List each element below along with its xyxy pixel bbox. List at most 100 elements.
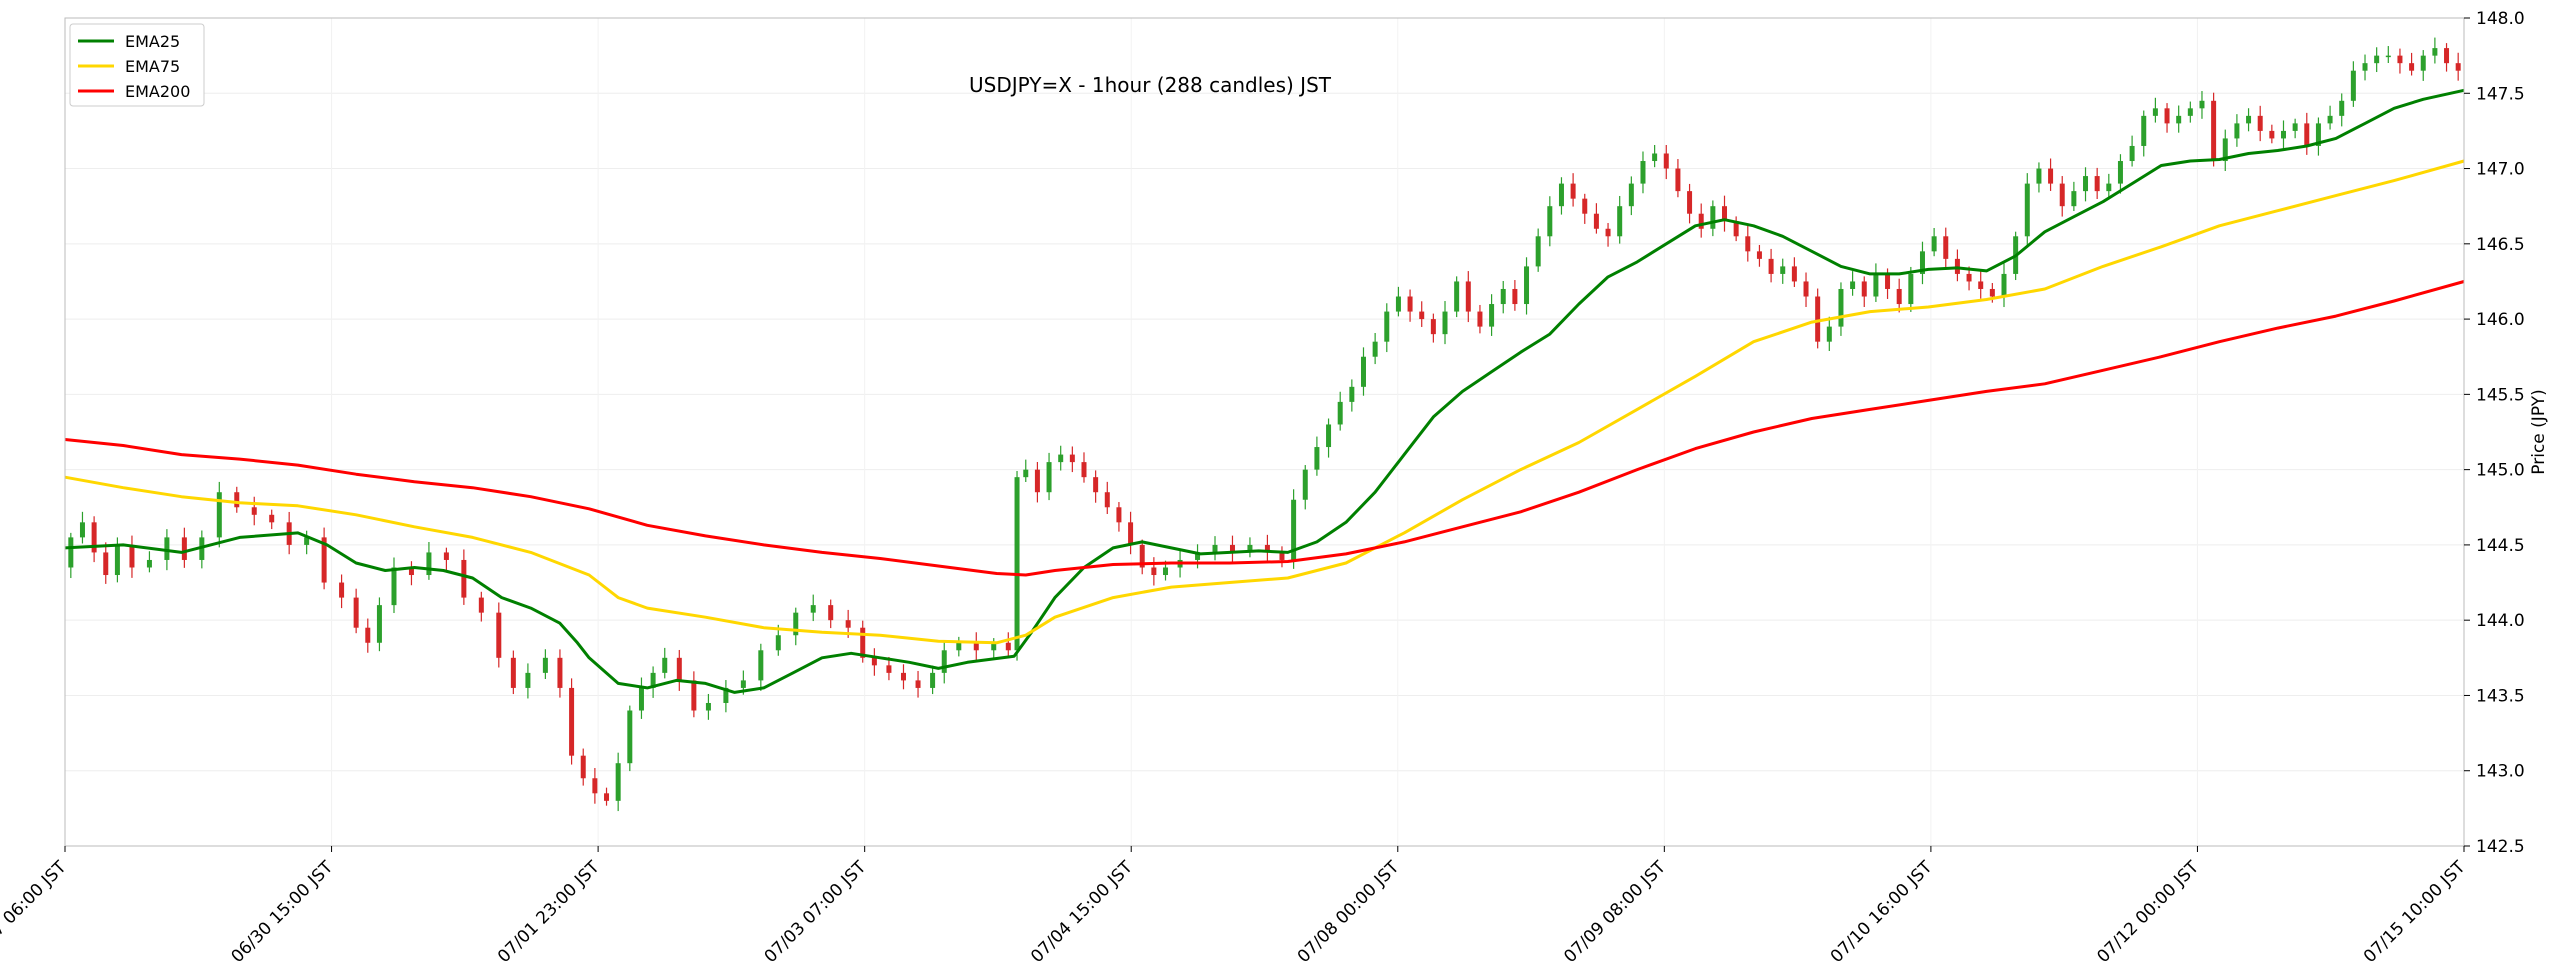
candle-body	[542, 657, 548, 673]
y-tick-label: 144.0	[2476, 611, 2525, 631]
candle-body	[900, 672, 906, 681]
candle-body	[1093, 477, 1099, 493]
y-tick-label: 147.0	[2476, 160, 2525, 180]
candle-body	[2374, 55, 2380, 64]
chart-title: USDJPY=X - 1hour (288 candles) JST	[969, 73, 1332, 97]
candle-body	[478, 597, 484, 613]
candle-body	[886, 665, 892, 673]
chart-svg: 142.5 143.0 143.5 144.0 144.5 145.0 145.5 146.0…	[0, 9, 2549, 967]
candle-body	[2385, 55, 2391, 58]
legend-label: EMA200	[125, 82, 190, 101]
candle-body	[1547, 206, 1553, 237]
candle-body	[1628, 183, 1634, 207]
candle-body	[1908, 273, 1914, 305]
candle-body	[1943, 236, 1949, 259]
candle-body	[1617, 206, 1623, 237]
candle-body	[1885, 273, 1891, 289]
y-tick-label: 146.0	[2476, 310, 2525, 330]
candle-body	[1838, 288, 1844, 327]
candle-body	[973, 642, 979, 651]
candle-body	[1512, 288, 1518, 305]
y-tick-label: 143.0	[2476, 762, 2525, 782]
candle-body	[2164, 108, 2170, 124]
candle-body	[1687, 191, 1693, 214]
candle-body	[2420, 55, 2426, 71]
candle-body	[510, 657, 516, 688]
candle-body	[2327, 115, 2333, 124]
candle-body	[2024, 183, 2030, 237]
candle-body	[1163, 567, 1169, 576]
candle-body	[2117, 161, 2123, 184]
candle-body	[915, 680, 921, 688]
y-tick-label: 145.0	[2476, 461, 2525, 481]
candle-body	[1780, 266, 1786, 274]
candle-body	[615, 763, 621, 801]
candle-body	[1395, 296, 1401, 312]
candle-body	[1535, 236, 1541, 267]
candle-body	[638, 687, 644, 711]
candle-body	[2141, 115, 2147, 146]
x-tick-label: 07/03 07:00 JST	[761, 857, 871, 967]
candle-body	[1454, 281, 1460, 312]
candle-body	[339, 582, 345, 598]
candle-body	[2059, 183, 2065, 207]
candle-body	[2432, 48, 2438, 56]
candle-body	[1675, 168, 1681, 192]
candle-body	[1978, 281, 1984, 289]
candle-body	[2280, 130, 2286, 139]
candle-body	[1558, 183, 1564, 207]
candle-body	[2257, 115, 2263, 131]
x-tick-label: 06/30 15:00 JST	[228, 857, 338, 967]
candle-body	[129, 544, 135, 568]
candle-body	[956, 642, 962, 651]
x-tick-label: 07/10 16:00 JST	[1827, 857, 1937, 967]
candle-body	[2444, 48, 2450, 64]
candle-body	[1698, 213, 1704, 229]
candle-body	[1710, 206, 1716, 229]
candle-body	[2350, 70, 2356, 101]
candle-body	[569, 687, 575, 756]
candle-body	[1407, 296, 1413, 312]
candle-body	[2152, 108, 2158, 116]
candle-body	[1524, 266, 1530, 305]
candle-body	[941, 650, 947, 673]
candle-body	[1081, 462, 1087, 478]
candle-body	[1815, 296, 1821, 342]
candle-body	[2362, 63, 2368, 71]
candle-body	[1954, 258, 1960, 274]
candle-body	[2036, 168, 2042, 184]
candle-body	[1896, 288, 1902, 305]
candle-body	[1326, 424, 1332, 448]
candle-body	[1372, 341, 1378, 357]
y-tick-label: 143.5	[2476, 686, 2525, 706]
candle-body	[2083, 176, 2089, 192]
candle-body	[1489, 304, 1495, 327]
candle-body	[1582, 198, 1588, 214]
candle-body	[251, 507, 257, 515]
candle-body	[461, 559, 467, 598]
candle-body	[2211, 100, 2217, 162]
candle-body	[443, 552, 449, 560]
candle-body	[2269, 130, 2275, 139]
candle-body	[496, 612, 502, 658]
candle-body	[1005, 642, 1011, 651]
candle-body	[604, 793, 610, 801]
candle-body	[1640, 161, 1646, 184]
candle-body	[2187, 108, 2193, 116]
x-tick-label: 07/15 10:00 JST	[2360, 857, 2470, 967]
candle-body	[1593, 213, 1599, 229]
candle-body	[2001, 273, 2007, 297]
candle-body	[391, 567, 397, 606]
candle-body	[269, 514, 275, 523]
candle-body	[930, 672, 936, 688]
candle-body	[828, 605, 834, 621]
candle-body	[2094, 176, 2100, 192]
x-tick-label: 07/01 23:00 JST	[494, 857, 604, 967]
x-tick-label: 07/12 00:00 JST	[2093, 857, 2203, 967]
candle-body	[1151, 567, 1157, 576]
candle-body	[1337, 401, 1343, 425]
candle-body	[1768, 258, 1774, 274]
candle-body	[1861, 281, 1867, 297]
y-tick-label: 142.5	[2476, 837, 2525, 857]
candle-body	[365, 627, 371, 643]
